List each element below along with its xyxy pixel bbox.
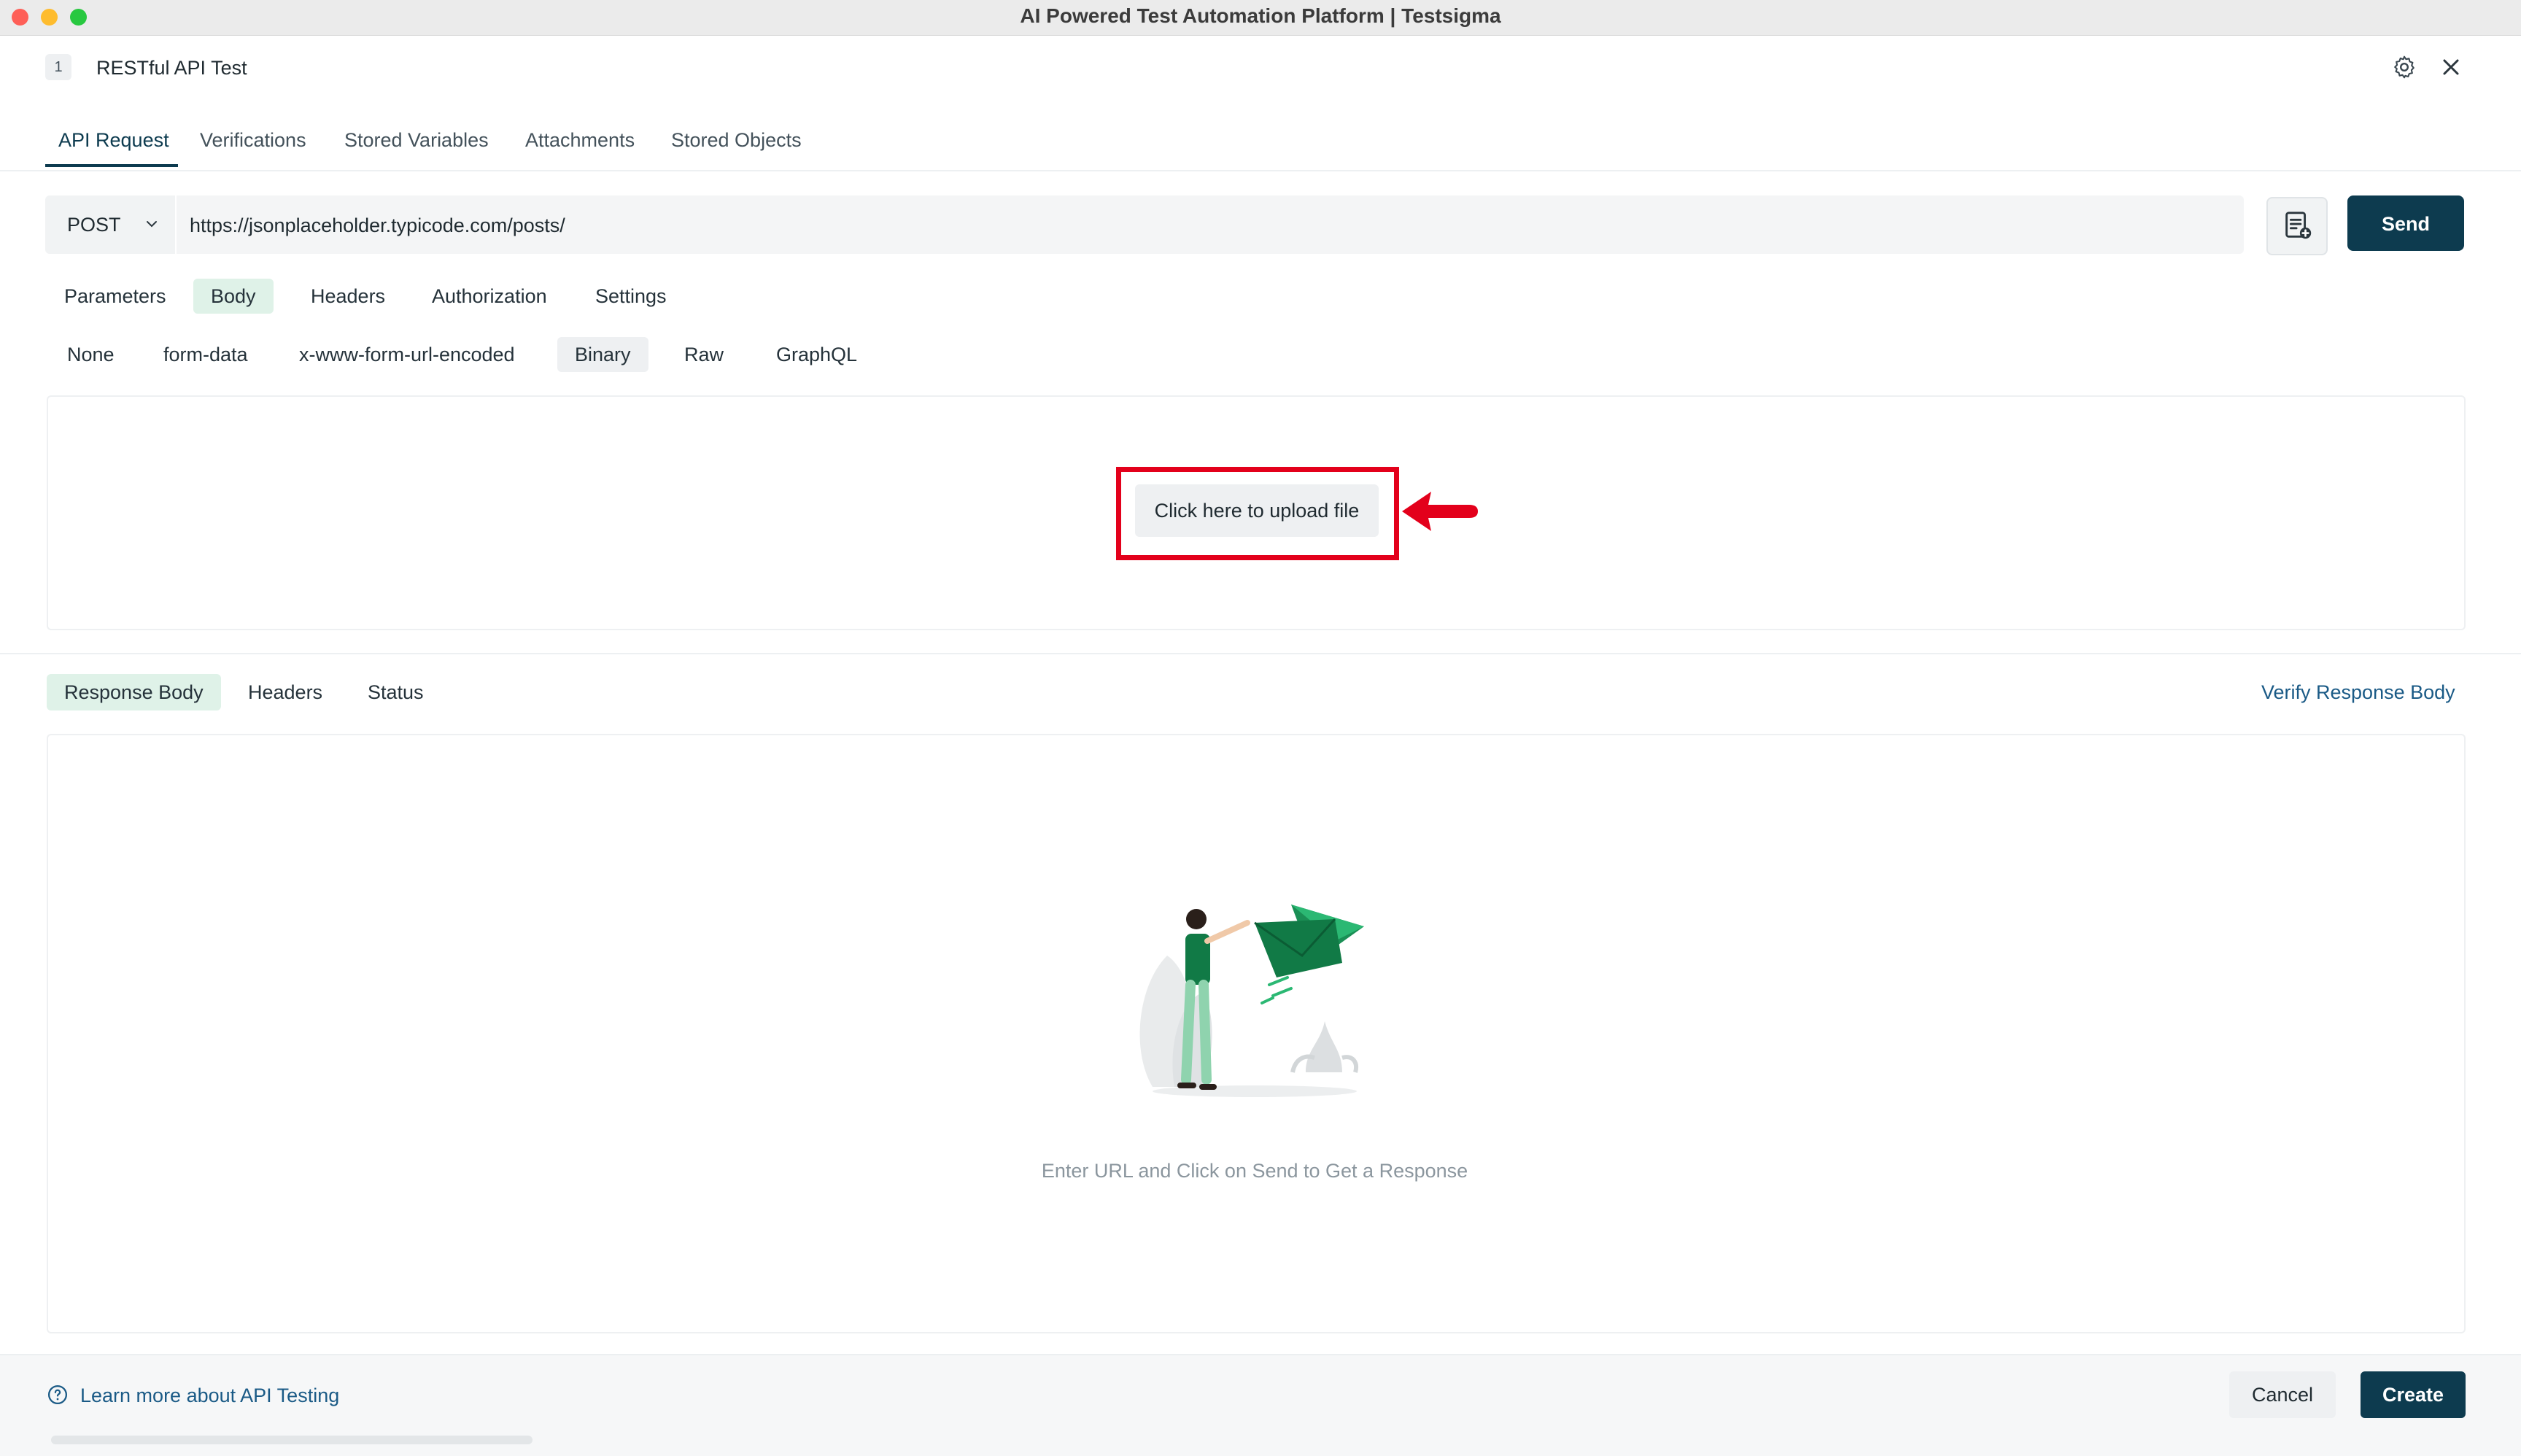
tab-attachments[interactable]: Attachments xyxy=(525,124,635,156)
tab-parameters[interactable]: Parameters xyxy=(47,279,184,314)
chevron-down-icon xyxy=(147,221,157,228)
create-button[interactable]: Create xyxy=(2361,1371,2466,1418)
tab-stored-objects[interactable]: Stored Objects xyxy=(671,124,802,156)
step-number-badge: 1 xyxy=(45,54,71,80)
empty-response-message: Enter URL and Click on Send to Get a Res… xyxy=(1041,1160,1468,1182)
horizontal-scrollbar[interactable] xyxy=(51,1436,533,1444)
document-add-icon xyxy=(2285,212,2312,239)
tab-settings[interactable]: Settings xyxy=(578,279,684,314)
body-type-none[interactable]: None xyxy=(50,337,132,372)
method-value: POST xyxy=(67,214,121,236)
body-type-urlencoded[interactable]: x-www-form-url-encoded xyxy=(282,337,533,372)
cancel-button[interactable]: Cancel xyxy=(2229,1371,2336,1418)
tab-stored-variables[interactable]: Stored Variables xyxy=(344,124,489,156)
tab-response-body[interactable]: Response Body xyxy=(47,674,221,710)
empty-state-illustration xyxy=(1139,905,1364,1097)
add-from-document-button[interactable] xyxy=(2266,197,2328,255)
step-title: RESTful API Test xyxy=(96,57,247,79)
body-type-raw[interactable]: Raw xyxy=(667,337,741,372)
url-value: https://jsonplaceholder.typicode.com/pos… xyxy=(190,214,565,236)
help-icon xyxy=(48,1385,67,1404)
close-icon[interactable] xyxy=(2438,54,2464,80)
tab-response-status[interactable]: Status xyxy=(350,674,441,710)
tab-body[interactable]: Body xyxy=(193,279,274,314)
learn-more-link[interactable]: Learn more about API Testing xyxy=(80,1382,339,1409)
gear-icon[interactable] xyxy=(2391,54,2417,80)
tab-headers[interactable]: Headers xyxy=(293,279,403,314)
verify-response-body-link[interactable]: Verify Response Body xyxy=(2261,678,2455,706)
divider xyxy=(0,653,2521,654)
divider xyxy=(0,170,2521,171)
window-title: AI Powered Test Automation Platform | Te… xyxy=(1020,4,1501,27)
active-tab-indicator xyxy=(45,164,178,167)
tab-authorization[interactable]: Authorization xyxy=(414,279,565,314)
upload-file-button[interactable]: Click here to upload file xyxy=(1135,484,1379,537)
tab-api-request[interactable]: API Request xyxy=(58,124,169,156)
tab-verifications[interactable]: Verifications xyxy=(200,124,306,156)
body-type-binary[interactable]: Binary xyxy=(557,337,648,372)
tab-response-headers[interactable]: Headers xyxy=(231,674,340,710)
body-type-graphql[interactable]: GraphQL xyxy=(759,337,875,372)
body-type-form-data[interactable]: form-data xyxy=(146,337,266,372)
pointer-arrow-icon xyxy=(1402,492,1478,531)
send-button[interactable]: Send xyxy=(2347,195,2464,251)
